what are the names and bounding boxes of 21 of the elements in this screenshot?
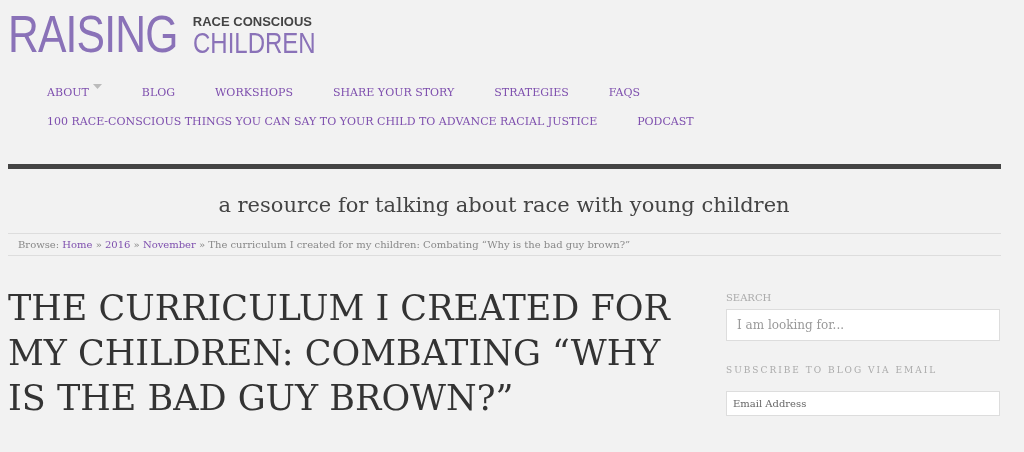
- widget-heading: SUBSCRIBE TO BLOG VIA EMAIL: [726, 365, 939, 375]
- nav-link[interactable]: FAQS: [608, 86, 641, 99]
- breadcrumb-link[interactable]: Home: [62, 239, 93, 250]
- post-title: THE CURRICULUM I CREATED FOR MY CHILDREN: COMBATING “WHY IS THE BAD GUY BROWN?”: [8, 287, 672, 420]
- nav-link[interactable]: ABOUT: [47, 86, 102, 99]
- nav-link[interactable]: BLOG: [141, 86, 176, 99]
- breadcrumb: Browse: Home » 2016 » November » The curriculum I created for my children: Combating “Why is the bad guy brown?”: [8, 233, 1001, 256]
- nav-link[interactable]: STRATEGIES: [494, 86, 569, 99]
- nav-link[interactable]: SHARE YOUR STORY: [333, 86, 455, 99]
- logo-tagline: RACE CONSCIOUS: [192, 15, 313, 28]
- breadcrumb-link[interactable]: November: [142, 239, 196, 250]
- nav-link[interactable]: 100 RACE-CONSCIOUS THINGS YOU CAN SAY TO YOUR CHILD TO ADVANCE RACIAL JUSTICE: [47, 115, 598, 128]
- widget-heading: SEARCH: [726, 292, 773, 303]
- nav-link[interactable]: PODCAST: [637, 115, 694, 128]
- logo-wordmark: RAISING: [8, 10, 178, 58]
- nav-link[interactable]: WORKSHOPS: [215, 86, 293, 99]
- breadcrumb-link[interactable]: 2016: [104, 239, 131, 250]
- email-field[interactable]: Email Address: [726, 391, 1000, 416]
- logo-wordmark: CHILDREN: [192, 28, 316, 58]
- site-tagline: a resource for talking about race with young children: [217, 193, 791, 219]
- search-field[interactable]: I am looking for...: [726, 309, 1000, 341]
